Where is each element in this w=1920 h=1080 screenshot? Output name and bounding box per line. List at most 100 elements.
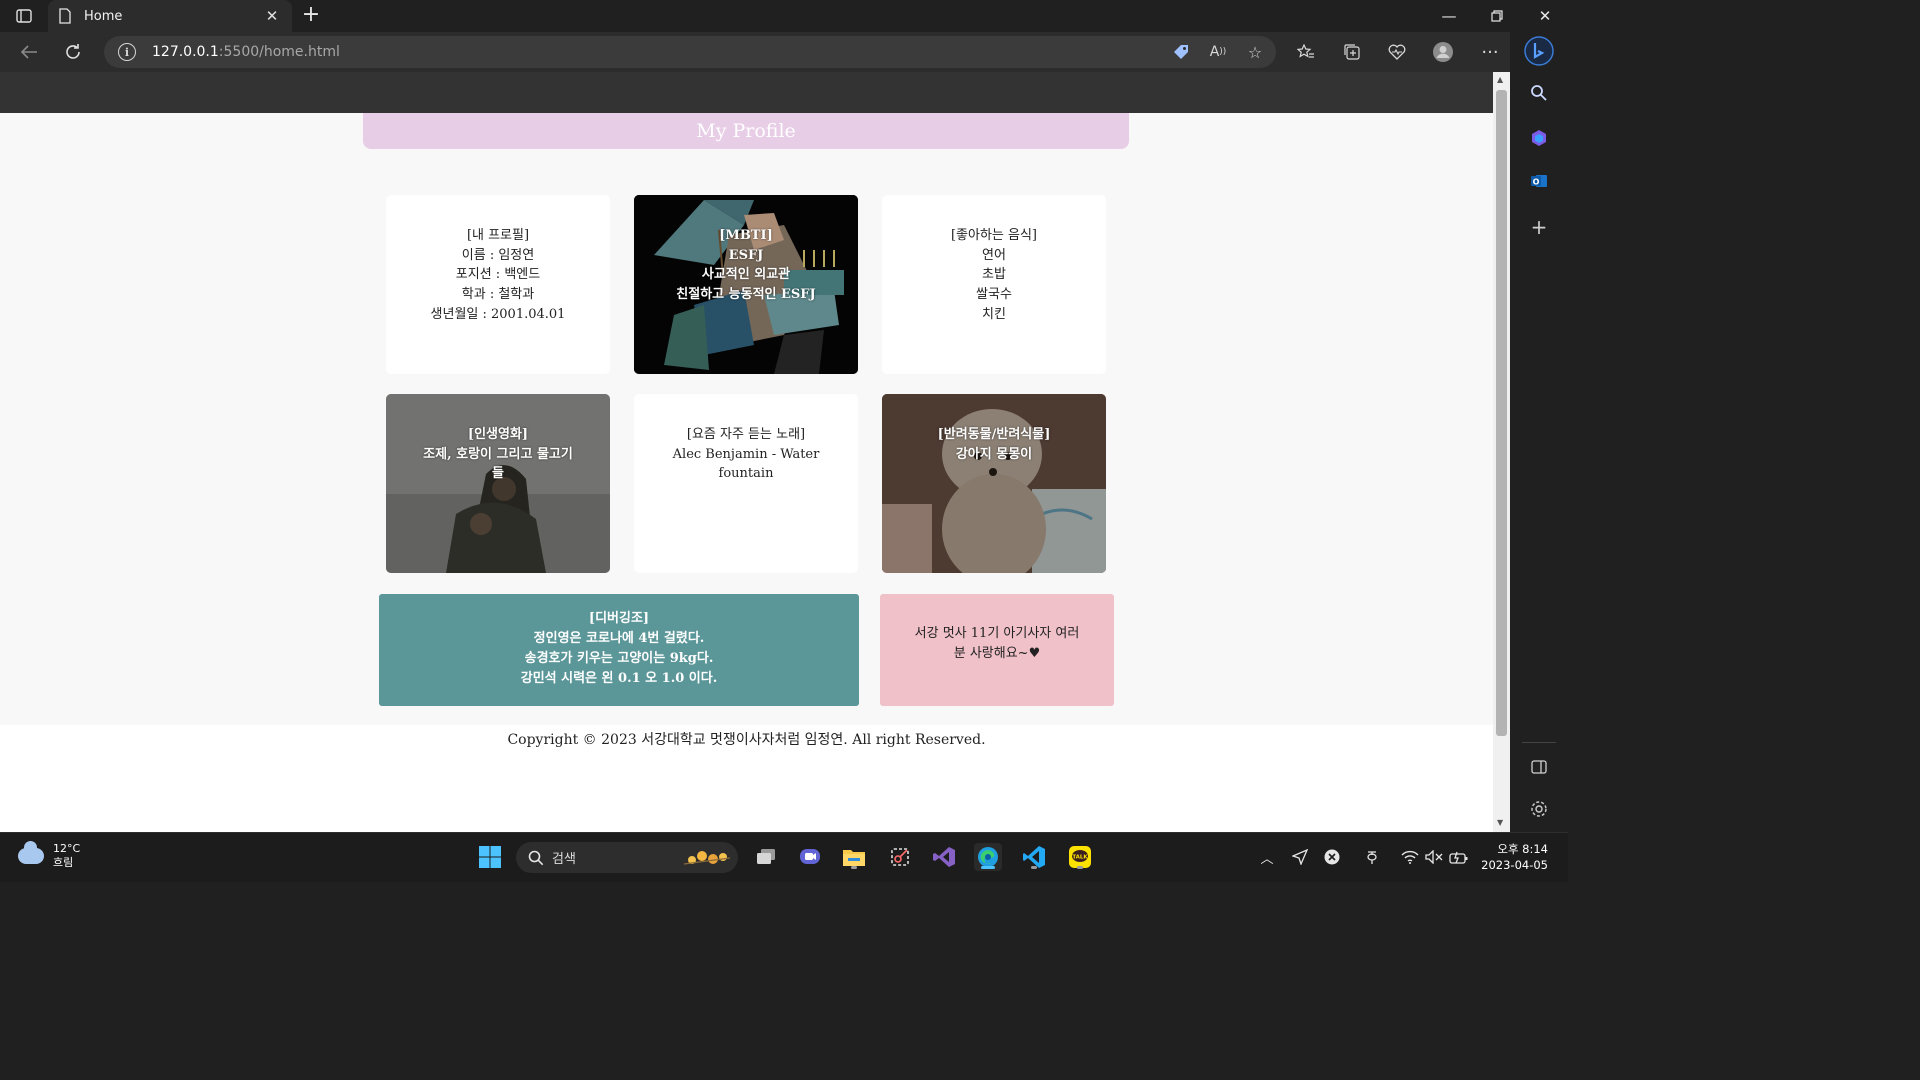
card-line: 사교적인 외교관 [701, 267, 791, 283]
card-line: 생년월일 : 2001.04.01 [430, 306, 566, 322]
copilot-icon[interactable] [1524, 123, 1554, 153]
weather-widget[interactable]: 12°C 흐림 [18, 841, 81, 870]
sidebar-divider [1522, 742, 1556, 743]
hide-sidebar-icon[interactable] [1524, 752, 1554, 782]
page-title-bar: My Profile [363, 113, 1129, 149]
site-footer: Copyright © 2023 서강대학교 멋쟁이사자처럼 임정연. All … [0, 725, 1493, 832]
back-button[interactable] [14, 38, 44, 66]
task-view-icon[interactable] [752, 843, 780, 871]
clock-date: 2023-04-05 [1481, 858, 1548, 872]
copyright-text: Copyright © 2023 서강대학교 멋쟁이사자처럼 임정연. All … [507, 732, 986, 748]
refresh-button[interactable] [58, 38, 88, 66]
battery-icon[interactable] [1449, 847, 1469, 867]
visual-studio-icon[interactable] [930, 843, 958, 871]
new-tab-button[interactable]: + [298, 4, 324, 28]
cloud-icon [18, 841, 44, 864]
close-window-button[interactable]: ✕ [1522, 0, 1568, 32]
card-line: 포지션 : 백엔드 [455, 267, 541, 283]
outlook-icon[interactable]: O [1524, 166, 1554, 196]
svg-text:O: O [1533, 178, 1540, 187]
pet-card: [반려동물/반려식물] 강아지 몽몽이 [882, 394, 1106, 573]
page-title: My Profile [696, 120, 796, 142]
add-favorite-icon[interactable]: ☆ [1242, 40, 1268, 64]
profile-avatar[interactable] [1430, 40, 1456, 64]
tab-title: Home [84, 8, 123, 24]
card-line: Alec Benjamin - Water [672, 446, 820, 462]
running-indicator [851, 866, 857, 869]
tab-actions-icon[interactable] [10, 5, 38, 27]
card-line: 정인영은 코로나에 4번 걸렸다. [533, 631, 705, 646]
card-line: 쌀국수 [976, 287, 1012, 303]
sidebar-settings-icon[interactable] [1524, 794, 1554, 824]
card-line: [디버깅조] [588, 611, 650, 626]
url-host: 127.0.0.1 [152, 44, 219, 60]
collections-icon[interactable] [1339, 40, 1365, 64]
search-icon [528, 850, 544, 865]
read-aloud-icon[interactable]: A)) [1205, 40, 1231, 64]
more-options-icon[interactable]: ··· [1477, 40, 1503, 64]
edge-browser-icon[interactable] [974, 843, 1002, 871]
start-button[interactable] [476, 843, 504, 871]
teams-chat-icon[interactable] [796, 843, 824, 871]
volume-muted-icon[interactable] [1424, 847, 1444, 867]
debugging-team-card: [디버깅조] 정인영은 코로나에 4번 걸렸다. 송경호가 키우는 고양이는 9… [379, 594, 859, 706]
edge-sidebar: O + [1510, 32, 1568, 832]
input-method-icon[interactable] [1362, 847, 1382, 867]
url-field[interactable]: i 127.0.0.1:5500/home.html [104, 36, 1276, 68]
site-main: My Profile [내 프로필] 이름 : 임정연 포지션 : 백엔드 학과… [0, 113, 1493, 725]
weather-temperature: 12°C [53, 842, 81, 855]
card-line: 송경호가 키우는 고양이는 9kg다. [524, 651, 714, 666]
scroll-down-arrow-icon[interactable]: ▼ [1497, 818, 1503, 827]
svg-text:TALK: TALK [1072, 855, 1088, 861]
card-line: [요즘 자주 듣는 노래] [686, 427, 806, 442]
card-line: [내 프로필] [466, 228, 530, 243]
close-tab-icon[interactable]: ✕ [262, 7, 282, 25]
taskbar-search[interactable]: 검색 [516, 842, 738, 873]
browser-titlebar: Home ✕ + — ✕ [0, 0, 1568, 32]
show-hidden-icons-chevron-icon[interactable]: ︿ [1257, 847, 1277, 867]
browser-tab[interactable]: Home ✕ [48, 0, 292, 32]
card-line: 연어 [982, 247, 1006, 263]
send-arrow-icon[interactable] [1290, 847, 1310, 867]
site-info-icon[interactable]: i [118, 43, 136, 61]
search-placeholder: 검색 [552, 852, 576, 867]
card-line: 학과 : 철학과 [461, 287, 535, 303]
vscode-icon[interactable] [1020, 843, 1048, 871]
card-line: 강아지 몽몽이 [955, 446, 1033, 462]
kakaotalk-icon[interactable]: TALK [1066, 843, 1094, 871]
message-card: 서강 멋사 11기 아기사자 여러 분 사랑해요~♥ [880, 594, 1114, 706]
close-circle-icon[interactable] [1322, 847, 1342, 867]
clock-time: 오후 8:14 [1497, 842, 1548, 856]
shopping-tag-icon[interactable] [1168, 40, 1194, 64]
restore-button[interactable] [1474, 0, 1520, 32]
bing-chat-icon[interactable] [1524, 36, 1554, 66]
active-indicator [981, 866, 995, 869]
card-line: 조제, 호랑이 그리고 물고기 [423, 446, 573, 462]
card-line: [MBTI] [719, 228, 773, 243]
running-indicator [1031, 866, 1037, 869]
file-explorer-icon[interactable] [840, 843, 868, 871]
site-header [0, 72, 1493, 113]
page-icon [59, 8, 71, 24]
windows-taskbar: 12°C 흐림 검색 TALK ︿ 오후 8:14 2023-04-05 [0, 832, 1568, 882]
address-bar: i 127.0.0.1:5500/home.html A)) ☆ ··· [0, 32, 1510, 72]
scrollbar-thumb[interactable] [1496, 90, 1507, 736]
song-card: [요즘 자주 듣는 노래] Alec Benjamin - Water foun… [634, 394, 858, 573]
search-highlight-icon [683, 851, 731, 865]
browser-essentials-icon[interactable] [1384, 40, 1410, 64]
scroll-up-arrow-icon[interactable]: ▲ [1497, 75, 1503, 84]
card-line: [반려동물/반려식물] [937, 427, 1051, 442]
add-sidebar-app-icon[interactable]: + [1524, 212, 1554, 242]
taskbar-clock[interactable]: 오후 8:14 2023-04-05 [1478, 841, 1548, 873]
movie-card: [인생영화] 조제, 호랑이 그리고 물고기 들 [386, 394, 610, 573]
favorites-icon[interactable] [1293, 40, 1319, 64]
page-scrollbar[interactable]: ▲ ▼ [1493, 72, 1510, 832]
wifi-icon[interactable] [1400, 847, 1420, 867]
search-icon[interactable] [1524, 78, 1554, 108]
card-line: 치킨 [982, 306, 1006, 322]
minimize-button[interactable]: — [1426, 0, 1472, 32]
card-line: [인생영화] [467, 427, 529, 442]
card-line: 분 사랑해요~♥ [953, 646, 1041, 661]
snipping-tool-icon[interactable] [886, 843, 914, 871]
mbti-card: [MBTI] ESFJ 사교적인 외교관 친절하고 능동적인 ESFJ [634, 195, 858, 374]
